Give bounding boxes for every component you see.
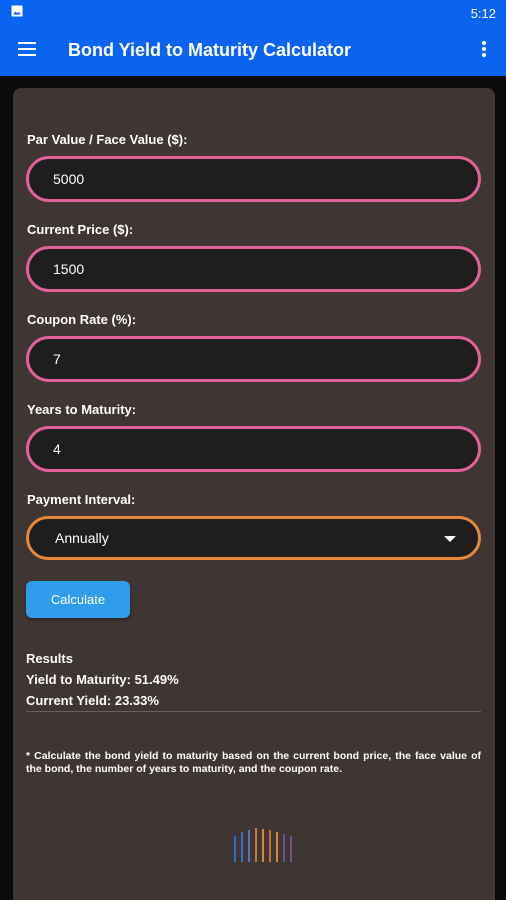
- coupon-rate-input[interactable]: [26, 336, 481, 382]
- more-options-button[interactable]: [470, 37, 498, 65]
- payment-interval-value: Annually: [55, 530, 109, 546]
- app-title: Bond Yield to Maturity Calculator: [68, 40, 352, 60]
- yield-to-maturity-result: Yield to Maturity: 51.49%: [26, 672, 179, 687]
- more-vert-icon: [482, 40, 486, 62]
- par-value-label: Par Value / Face Value ($):: [27, 132, 188, 147]
- status-time: 5:12: [470, 5, 496, 21]
- hamburger-menu-icon: [18, 41, 36, 61]
- current-price-label: Current Price ($):: [27, 222, 134, 237]
- status-bar: 5:12: [0, 0, 506, 26]
- calculate-button[interactable]: Calculate: [26, 581, 130, 618]
- calculator-card: Par Value / Face Value ($): Current Pric…: [13, 88, 495, 900]
- dropdown-arrow-icon: [444, 529, 456, 547]
- current-yield-result: Current Yield: 23.33%: [26, 693, 159, 708]
- divider: [26, 711, 481, 712]
- payment-interval-select[interactable]: Annually: [26, 516, 481, 560]
- payment-interval-label: Payment Interval:: [27, 492, 136, 507]
- menu-button[interactable]: [0, 26, 54, 76]
- image-icon: [11, 4, 23, 22]
- years-to-maturity-label: Years to Maturity:: [27, 402, 137, 417]
- app-bar: Bond Yield to Maturity Calculator: [0, 26, 506, 76]
- par-value-input[interactable]: [26, 156, 481, 202]
- current-price-input[interactable]: [26, 246, 481, 292]
- footnote: * Calculate the bond yield to maturity b…: [26, 750, 481, 775]
- years-to-maturity-input[interactable]: [26, 426, 481, 472]
- app-logo: [232, 826, 302, 866]
- coupon-rate-label: Coupon Rate (%):: [27, 312, 137, 327]
- results-title: Results: [26, 651, 73, 666]
